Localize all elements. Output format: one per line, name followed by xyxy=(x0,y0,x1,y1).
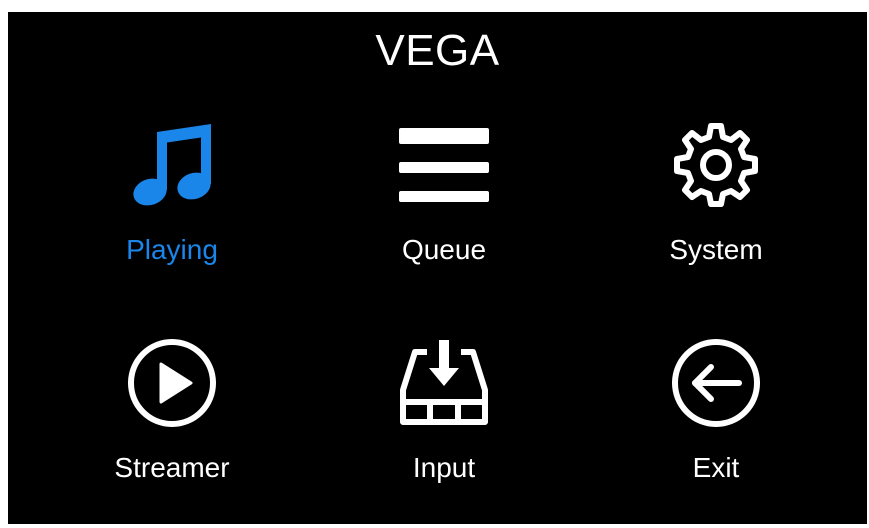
menu-item-exit[interactable]: Exit xyxy=(576,338,856,528)
menu-item-label: Streamer xyxy=(114,452,230,483)
gear-icon xyxy=(671,120,761,210)
input-tray-icon xyxy=(399,338,489,428)
menu-item-queue[interactable]: Queue xyxy=(304,120,584,310)
menu-item-system[interactable]: System xyxy=(576,120,856,310)
music-note-icon xyxy=(127,120,217,210)
menu-item-label: Input xyxy=(412,452,476,483)
menu-item-label: Playing xyxy=(126,234,218,265)
menu-item-input[interactable]: Input xyxy=(304,338,584,528)
back-arrow-circle-icon xyxy=(671,338,761,428)
play-circle-icon xyxy=(127,338,217,428)
app-title: VEGA xyxy=(375,26,500,75)
menu-item-playing[interactable]: Playing xyxy=(32,120,312,310)
menu-item-label: Queue xyxy=(401,234,487,265)
menu-item-label: System xyxy=(669,234,763,265)
list-icon xyxy=(399,120,489,210)
menu-item-streamer[interactable]: Streamer xyxy=(32,338,312,528)
menu-item-label: Exit xyxy=(692,452,740,483)
main-menu-screen: VEGA Playing Queue System Streamer Input… xyxy=(8,12,867,524)
